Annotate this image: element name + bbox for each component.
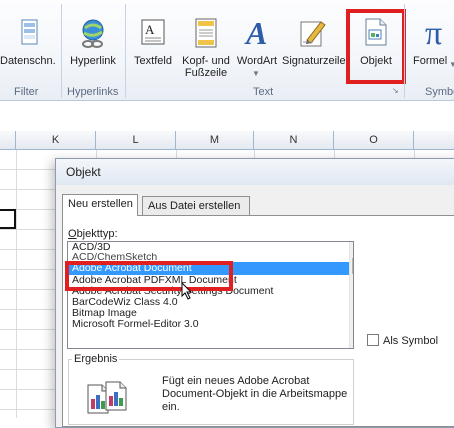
scroll-down-icon[interactable]: ▼: [350, 334, 353, 348]
group-launcher-icon[interactable]: ↘: [392, 86, 399, 95]
slicer-icon: [21, 18, 39, 49]
svg-text:π: π: [425, 15, 442, 48]
header-footer-icon: [195, 18, 217, 51]
list-item[interactable]: ACD/3D: [68, 242, 353, 253]
kopf-fusszeile-label: Kopf- und Fußzeile: [178, 55, 234, 79]
column-header-m[interactable]: M: [176, 131, 254, 150]
objekt-highlight-box: [346, 9, 406, 84]
group-separator: [125, 4, 126, 98]
chevron-down-icon: ▼: [449, 60, 454, 69]
group-label-symbole: Symbo: [425, 86, 454, 98]
gridline: [16, 150, 17, 418]
embedded-object-icon: [86, 381, 130, 418]
column-header-partial[interactable]: [0, 131, 16, 150]
group-separator: [61, 4, 62, 98]
list-item[interactable]: Microsoft Formel-Editor 3.0: [68, 319, 353, 330]
hyperlink-icon: [78, 18, 108, 53]
als-symbol-label: Als Symbol: [383, 335, 439, 347]
scrollbar-thumb[interactable]: [352, 258, 353, 274]
chevron-down-icon: ▼: [252, 69, 260, 78]
group-label-hyperlinks: Hyperlinks: [67, 86, 119, 98]
objekttyp-listbox[interactable]: ACD/3D ACD/ChemSketch Adobe Acrobat Docu…: [67, 241, 354, 349]
objekttyp-accesskey: O: [68, 228, 77, 240]
objekttyp-label: Objekttyp:: [68, 228, 118, 240]
formel-label: Formel: [413, 55, 448, 67]
signaturzeile-label: Signaturzeile: [282, 55, 346, 67]
signaturzeile-button[interactable]: Signaturzeile: [282, 4, 346, 76]
ergebnis-label: Ergebnis: [72, 353, 120, 365]
group-label-text: Text: [253, 86, 274, 98]
hyperlink-button[interactable]: Hyperlink: [64, 4, 122, 76]
scroll-up-icon[interactable]: ▲: [350, 242, 353, 256]
wordart-label: WordArt: [236, 55, 278, 67]
wordart-button[interactable]: A WordArt ▼: [234, 4, 280, 78]
active-cell[interactable]: [0, 209, 16, 229]
textfeld-label: Textfeld: [134, 55, 172, 67]
listbox-scrollbar[interactable]: ▲ ▼: [349, 242, 353, 348]
textfeld-button[interactable]: A Textfeld: [129, 4, 177, 76]
formel-button[interactable]: π Formel ▼: [407, 4, 454, 76]
kopf-label-line2: Fußzeile: [184, 67, 228, 79]
pi-formula-icon: π: [425, 14, 451, 52]
kopf-label-line1: Kopf- und: [182, 55, 230, 67]
textbox-icon: A: [140, 18, 166, 49]
column-header-o[interactable]: O: [334, 131, 414, 150]
group-separator: [404, 4, 405, 98]
svg-text:A: A: [244, 16, 267, 48]
ergebnis-description: Fügt ein neues Adobe Acrobat Document-Ob…: [162, 375, 348, 413]
als-symbol-checkbox-row[interactable]: Als Symbol: [367, 334, 438, 348]
kopf-fusszeile-button[interactable]: Kopf- und Fußzeile: [178, 4, 234, 79]
mouse-cursor-icon: [181, 281, 193, 303]
column-header-n[interactable]: N: [254, 131, 334, 150]
hyperlink-label: Hyperlink: [70, 55, 116, 67]
column-header-l[interactable]: L: [96, 131, 176, 150]
column-header-partial[interactable]: [414, 131, 454, 150]
objekt-dialog: Objekt Neu erstellen Aus Datei erstellen…: [55, 158, 454, 428]
wordart-icon: A: [244, 15, 270, 51]
ribbon: Datenschn. Filter Hyperlink Hyperlinks A…: [0, 0, 454, 101]
group-label-filter: Filter: [14, 86, 39, 98]
dialog-title[interactable]: Objekt: [56, 159, 454, 185]
als-symbol-checkbox[interactable]: [367, 334, 379, 346]
column-header-row: K L M N O: [0, 131, 454, 150]
svg-text:A: A: [145, 22, 155, 37]
datenschnitt-button[interactable]: Datenschn.: [0, 4, 56, 76]
selected-item-highlight-box: [65, 261, 233, 291]
tab-neu-erstellen[interactable]: Neu erstellen: [62, 194, 138, 216]
tab-aus-datei-erstellen[interactable]: Aus Datei erstellen: [142, 196, 250, 216]
column-header-k[interactable]: K: [16, 131, 96, 150]
signature-line-icon: [299, 18, 327, 51]
objekttyp-label-text: bjekttyp:: [76, 228, 118, 240]
datenschnitt-label: Datenschn.: [0, 55, 56, 67]
